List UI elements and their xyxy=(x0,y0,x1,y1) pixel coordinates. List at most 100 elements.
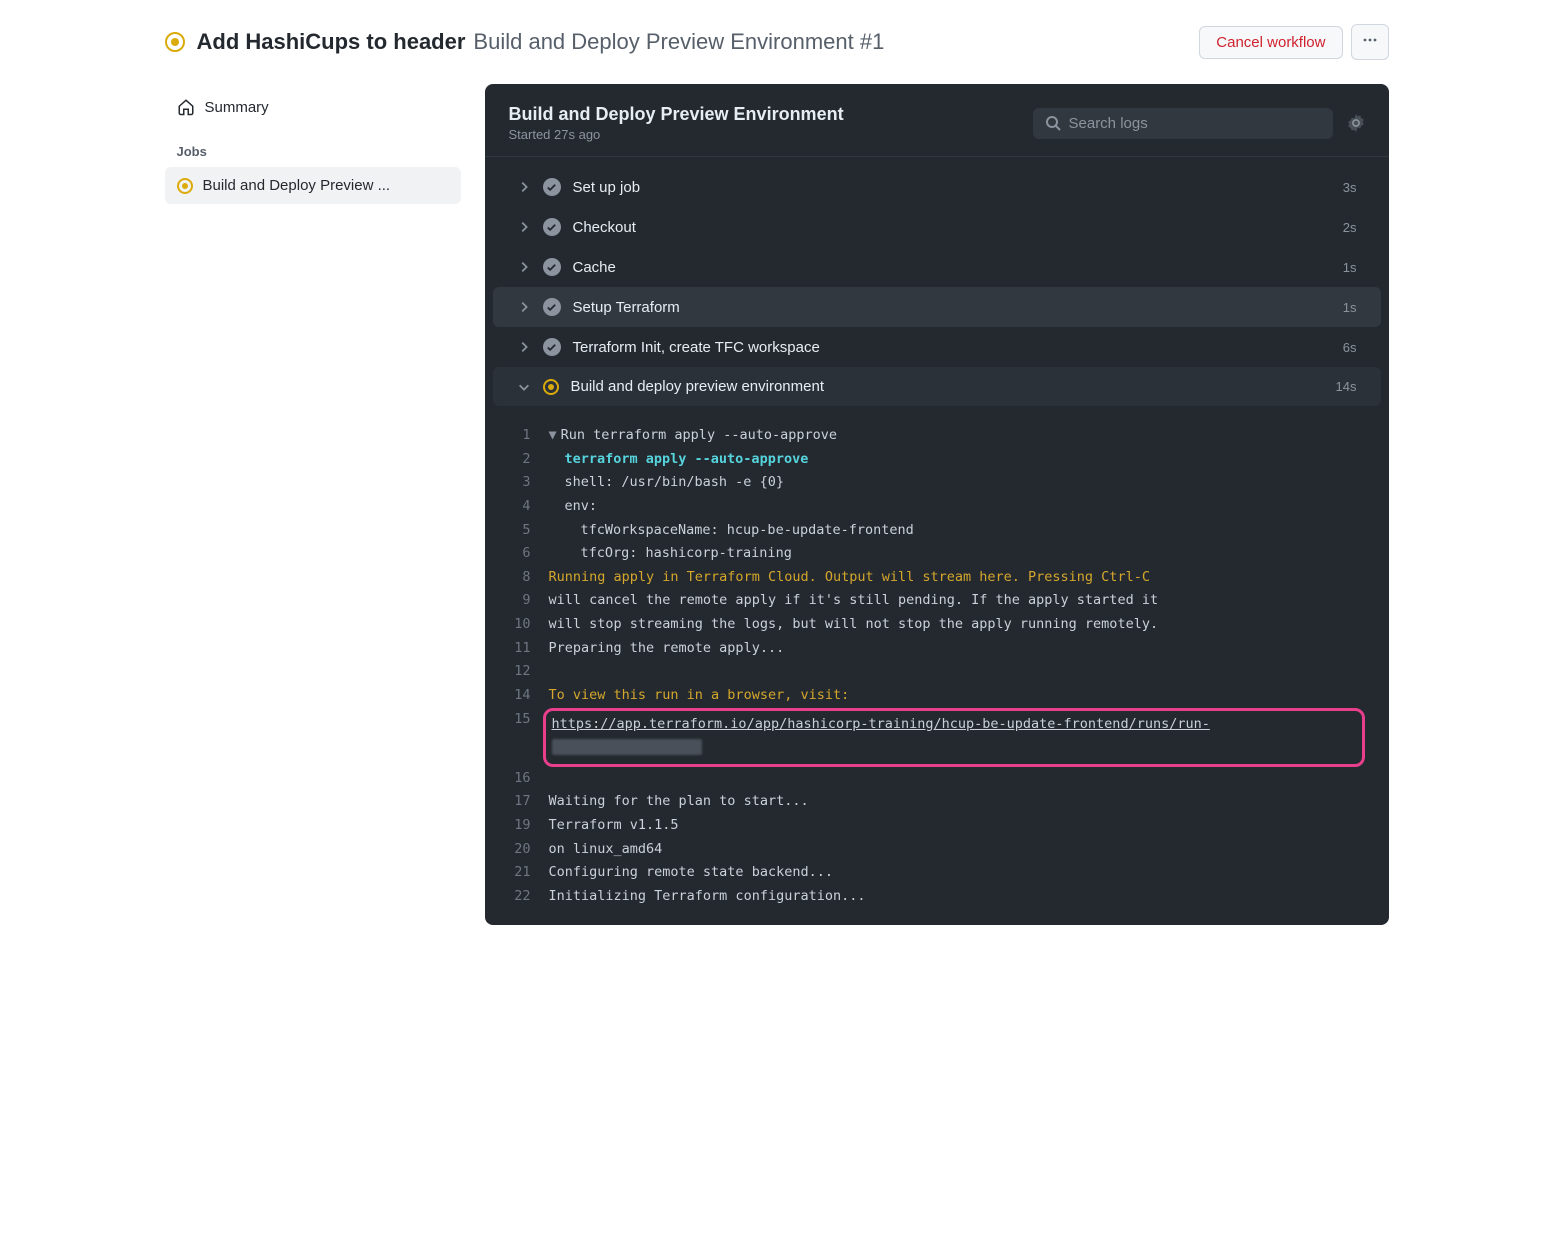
search-logs-input[interactable] xyxy=(1069,115,1321,132)
line-text: terraform apply --auto-approve xyxy=(549,448,1365,472)
line-text: env: xyxy=(549,495,1365,519)
collapse-icon[interactable]: ▼ xyxy=(549,427,557,443)
highlight-annotation: https://app.terraform.io/app/hashicorp-t… xyxy=(543,708,1365,767)
step-row[interactable]: Terraform Init, create TFC workspace6s xyxy=(493,327,1381,367)
step-duration: 3s xyxy=(1343,180,1357,195)
log-line: 22Initializing Terraform configuration..… xyxy=(509,885,1365,909)
line-text: https://app.terraform.io/app/hashicorp-t… xyxy=(549,708,1365,767)
log-line: 20on linux_amd64 xyxy=(509,838,1365,862)
summary-label: Summary xyxy=(205,99,269,116)
log-line: 4env: xyxy=(509,495,1365,519)
line-number: 12 xyxy=(509,660,549,684)
step-duration: 1s xyxy=(1343,300,1357,315)
line-text: Waiting for the plan to start... xyxy=(549,790,1365,814)
line-text: will stop streaming the logs, but will n… xyxy=(549,613,1365,637)
running-status-icon xyxy=(543,379,559,395)
home-icon xyxy=(177,98,195,116)
line-text: will cancel the remote apply if it's sti… xyxy=(549,589,1365,613)
line-number: 10 xyxy=(509,613,549,637)
line-number: 22 xyxy=(509,885,549,909)
log-panel-title: Build and Deploy Preview Environment xyxy=(509,104,844,125)
step-row[interactable]: Checkout2s xyxy=(493,207,1381,247)
step-row[interactable]: Build and deploy preview environment 14s xyxy=(493,367,1381,406)
line-text: Configuring remote state backend... xyxy=(549,861,1365,885)
workflow-header: Add HashiCups to header Build and Deploy… xyxy=(165,8,1389,84)
step-name: Cache xyxy=(573,259,1331,276)
log-panel-subtitle: Started 27s ago xyxy=(509,127,844,142)
cancel-workflow-button[interactable]: Cancel workflow xyxy=(1199,26,1342,59)
line-number: 6 xyxy=(509,542,549,566)
log-line: 12 xyxy=(509,660,1365,684)
line-text: Running apply in Terraform Cloud. Output… xyxy=(549,566,1365,590)
check-status-icon xyxy=(543,178,561,196)
workflow-menu-button[interactable] xyxy=(1351,24,1389,60)
chevron-right-icon xyxy=(517,300,531,314)
line-number: 2 xyxy=(509,448,549,472)
sidebar: Summary Jobs Build and Deploy Preview ..… xyxy=(165,84,461,204)
check-status-icon xyxy=(543,338,561,356)
kebab-icon xyxy=(1362,32,1378,48)
chevron-right-icon xyxy=(517,340,531,354)
check-status-icon xyxy=(543,258,561,276)
line-number: 1 xyxy=(509,424,549,448)
gear-icon[interactable] xyxy=(1347,114,1365,132)
step-row[interactable]: Set up job3s xyxy=(493,167,1381,207)
sidebar-item-job[interactable]: Build and Deploy Preview ... xyxy=(165,167,461,204)
log-panel: Build and Deploy Preview Environment Sta… xyxy=(485,84,1389,925)
line-number: 16 xyxy=(509,767,549,791)
log-line: 19Terraform v1.1.5 xyxy=(509,814,1365,838)
line-text: Terraform v1.1.5 xyxy=(549,814,1365,838)
sidebar-item-summary[interactable]: Summary xyxy=(165,88,461,126)
step-duration: 2s xyxy=(1343,220,1357,235)
title-secondary: Build and Deploy Preview Environment #1 xyxy=(473,29,884,55)
log-output: 1▼Run terraform apply --auto-approve2ter… xyxy=(485,416,1389,925)
sidebar-jobs-heading: Jobs xyxy=(165,126,461,167)
line-text: Initializing Terraform configuration... xyxy=(549,885,1365,909)
step-duration: 6s xyxy=(1343,340,1357,355)
line-text xyxy=(549,660,1365,684)
search-icon xyxy=(1045,115,1061,131)
line-text: tfcOrg: hashicorp-training xyxy=(549,542,1365,566)
log-line: 14To view this run in a browser, visit: xyxy=(509,684,1365,708)
running-status-icon xyxy=(165,32,185,52)
log-link[interactable]: https://app.terraform.io/app/hashicorp-t… xyxy=(552,716,1210,732)
line-number: 20 xyxy=(509,838,549,862)
check-status-icon xyxy=(543,218,561,236)
line-number: 8 xyxy=(509,566,549,590)
workflow-title: Add HashiCups to header Build and Deploy… xyxy=(197,29,885,55)
title-primary: Add HashiCups to header xyxy=(197,29,466,55)
line-text: To view this run in a browser, visit: xyxy=(549,684,1365,708)
running-status-icon xyxy=(177,178,193,194)
step-duration: 1s xyxy=(1343,260,1357,275)
line-number: 3 xyxy=(509,471,549,495)
log-line: 15https://app.terraform.io/app/hashicorp… xyxy=(509,708,1365,767)
step-row[interactable]: Cache 1s xyxy=(493,247,1381,287)
log-line: 17Waiting for the plan to start... xyxy=(509,790,1365,814)
chevron-right-icon xyxy=(517,180,531,194)
step-duration: 14s xyxy=(1336,379,1357,394)
log-line: 11Preparing the remote apply... xyxy=(509,637,1365,661)
log-line: 10will stop streaming the logs, but will… xyxy=(509,613,1365,637)
log-line: 3shell: /usr/bin/bash -e {0} xyxy=(509,471,1365,495)
line-number: 4 xyxy=(509,495,549,519)
step-name: Build and deploy preview environment xyxy=(571,378,1324,395)
log-line: 16 xyxy=(509,767,1365,791)
chevron-down-icon xyxy=(517,380,531,394)
line-text xyxy=(549,767,1365,791)
line-number: 17 xyxy=(509,790,549,814)
redacted-text xyxy=(552,739,702,755)
log-line: 6tfcOrg: hashicorp-training xyxy=(509,542,1365,566)
chevron-right-icon xyxy=(517,260,531,274)
line-text: ▼Run terraform apply --auto-approve xyxy=(549,424,1365,448)
search-logs-box[interactable] xyxy=(1033,108,1333,139)
line-number: 5 xyxy=(509,519,549,543)
step-name: Setup Terraform xyxy=(573,299,1331,316)
log-line: 21Configuring remote state backend... xyxy=(509,861,1365,885)
steps-list: Set up job3sCheckout2sCache1sSetup Terra… xyxy=(485,157,1389,416)
step-row[interactable]: Setup Terraform 1s xyxy=(493,287,1381,327)
line-number: 19 xyxy=(509,814,549,838)
line-number: 14 xyxy=(509,684,549,708)
chevron-right-icon xyxy=(517,220,531,234)
log-line: 1▼Run terraform apply --auto-approve xyxy=(509,424,1365,448)
job-item-label: Build and Deploy Preview ... xyxy=(203,177,391,194)
